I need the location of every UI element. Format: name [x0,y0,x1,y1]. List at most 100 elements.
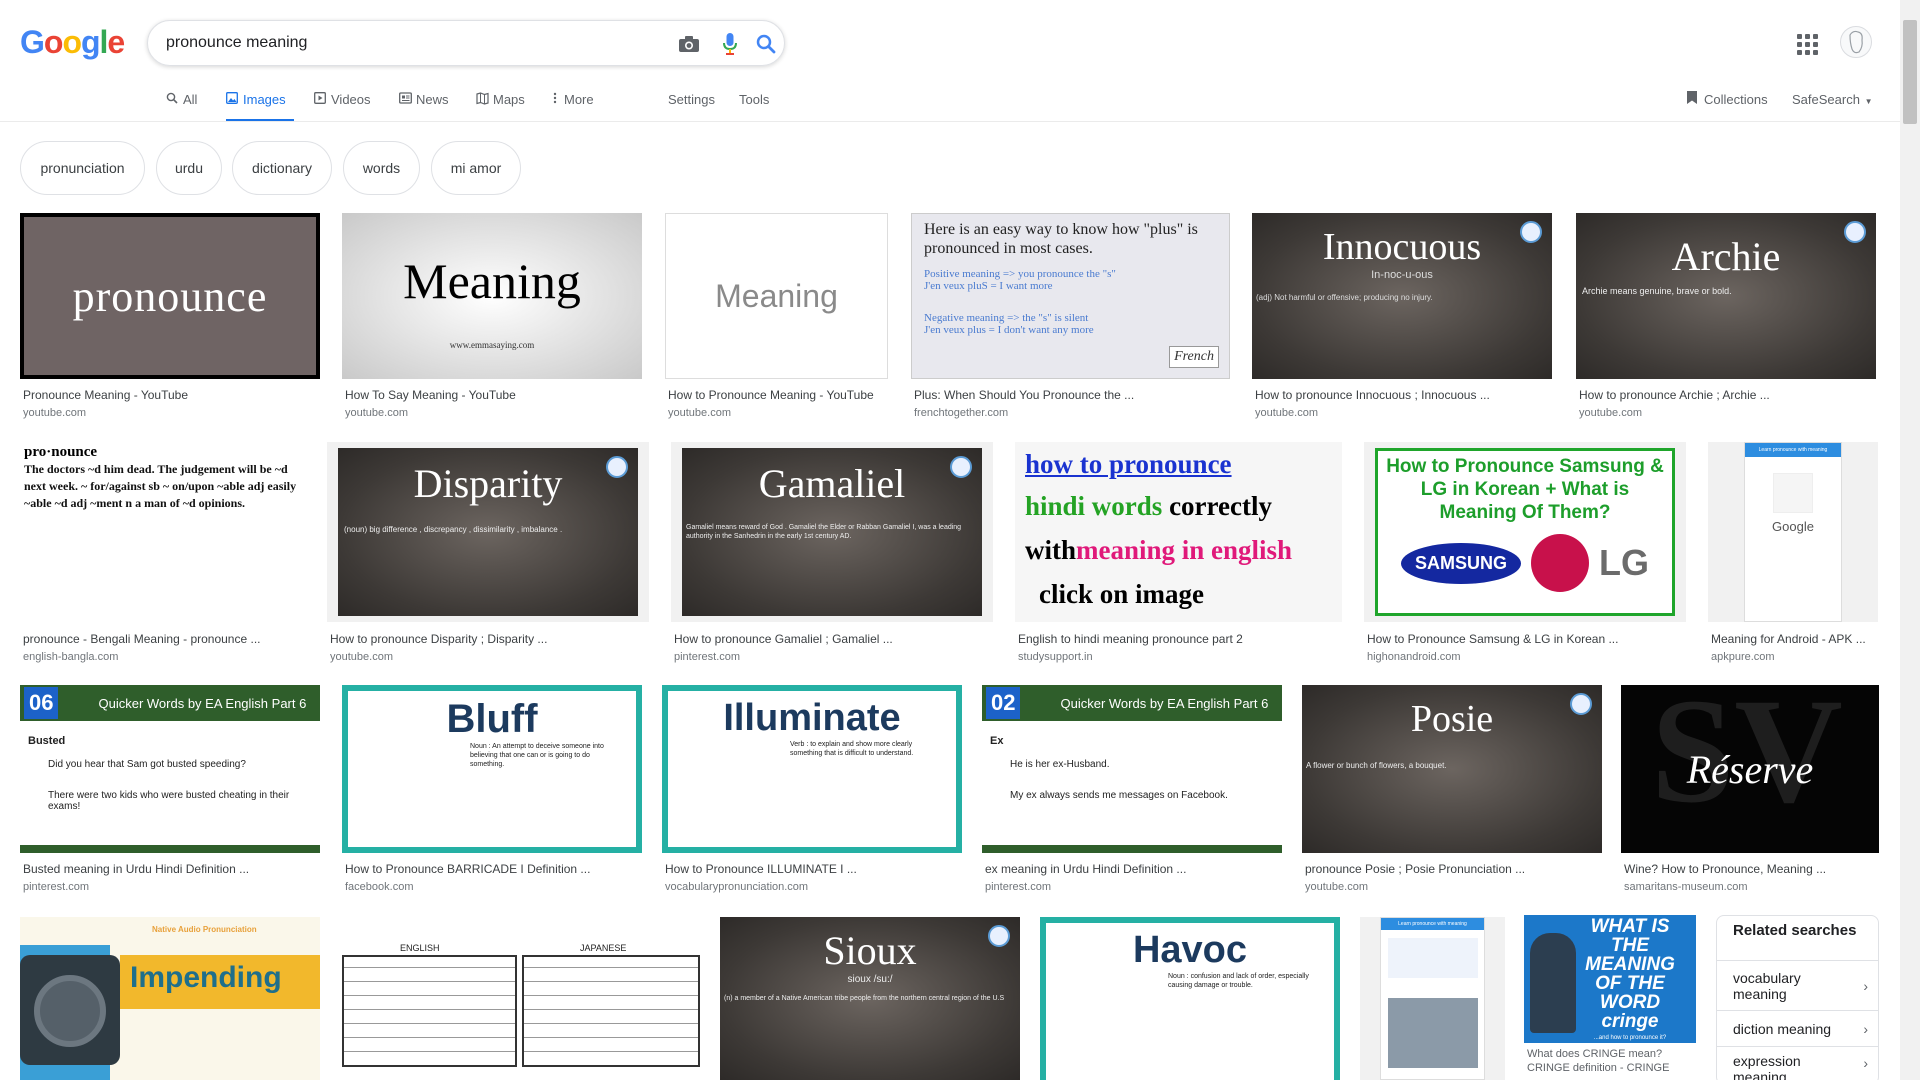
image-result[interactable]: Learn pronounce with meaning [1360,917,1505,1080]
result-site[interactable]: apkpure.com [1711,651,1775,663]
result-thumbnail[interactable]: Meaning [665,213,888,379]
result-thumbnail[interactable]: Archie Archie means genuine, brave or bo… [1576,213,1876,379]
tab-more[interactable]: More [553,88,594,122]
image-result[interactable]: Gamaliel Gamaliel means reward of God . … [671,442,993,667]
search-input[interactable] [166,32,636,54]
result-site[interactable]: facebook.com [345,881,413,893]
result-caption[interactable]: How to pronounce Innocuous ; Innocuous .… [1255,388,1551,402]
avatar[interactable] [1840,26,1872,58]
result-thumbnail[interactable]: Havoc Noun : confusion and lack of order… [1040,917,1340,1080]
image-result[interactable]: Innocuous In-noc-u-ous (adj) Not harmful… [1252,213,1552,423]
tab-all[interactable]: All [166,88,197,122]
image-result[interactable]: pronounce Pronounce Meaning - YouTube yo… [20,213,320,423]
tools-link[interactable]: Tools [739,92,769,107]
image-result[interactable]: 06 Quicker Words by EA English Part 6 Bu… [20,685,320,895]
tab-news[interactable]: News [399,88,449,122]
related-search-item[interactable]: expression meaning › [1717,1046,1878,1080]
settings-link[interactable]: Settings [668,92,715,107]
related-search-item[interactable]: diction meaning › [1717,1010,1878,1046]
image-result[interactable]: Here is an easy way to know how "plus" i… [911,213,1230,423]
result-thumbnail[interactable]: Sioux sioux /su:/ (n) a member of a Nati… [720,917,1020,1080]
result-thumbnail[interactable]: WHAT IS THE MEANING OF THE WORD cringe .… [1524,915,1696,1043]
result-thumbnail[interactable]: Illuminate Verb : to explain and show mo… [662,685,962,853]
result-thumbnail[interactable]: Gamaliel Gamaliel means reward of God . … [671,442,993,622]
result-caption[interactable]: How To Say Meaning - YouTube [345,388,641,402]
result-caption[interactable]: How to Pronounce BARRICADE I Definition … [345,862,641,876]
result-site[interactable]: pinterest.com [985,881,1051,893]
result-site[interactable]: youtube.com [668,407,731,419]
result-thumbnail[interactable]: pronounce [20,213,320,379]
result-thumbnail[interactable]: How to Pronounce Samsung & LG in Korean … [1364,442,1686,622]
chip-words[interactable]: words [343,141,420,195]
safesearch-dropdown[interactable]: SafeSearch ▼ [1792,92,1872,107]
result-site[interactable]: youtube.com [1579,407,1642,419]
image-result[interactable]: Disparity (noun) big difference , discre… [327,442,649,667]
image-result[interactable]: ENGLISH JAPANESE [340,917,702,1080]
result-thumbnail[interactable]: Learn pronounce with meaning [1360,917,1505,1080]
image-result[interactable]: Meaning www.emmasaying.com How To Say Me… [342,213,642,423]
result-thumbnail[interactable]: Here is an easy way to know how "plus" i… [911,213,1230,379]
result-site[interactable]: studysupport.in [1018,651,1093,663]
result-thumbnail[interactable]: Bluff Noun : An attempt to deceive someo… [342,685,642,853]
image-result[interactable]: Havoc Noun : confusion and lack of order… [1040,917,1340,1080]
result-thumbnail[interactable]: 02 Quicker Words by EA English Part 6 Ex… [982,685,1282,853]
result-caption[interactable]: Pronounce Meaning - YouTube [23,388,319,402]
search-box[interactable] [147,20,785,66]
result-caption[interactable]: English to hindi meaning pronounce part … [1018,632,1340,646]
collections-link[interactable]: Collections [1686,90,1768,108]
microphone-icon[interactable] [717,31,743,57]
result-caption[interactable]: pronounce - Bengali Meaning - pronounce … [23,632,303,646]
image-result[interactable]: SV Réserve Wine? How to Pronounce, Meani… [1621,685,1879,895]
result-caption[interactable]: How to pronounce Gamaliel ; Gamaliel ... [674,632,992,646]
google-logo[interactable]: Google [20,24,125,61]
result-caption[interactable]: How to pronounce Disparity ; Disparity .… [330,632,648,646]
result-caption[interactable]: ex meaning in Urdu Hindi Definition ... [985,862,1281,876]
result-caption[interactable]: Meaning for Android - APK ... [1711,632,1881,646]
chip-mi-amor[interactable]: mi amor [431,141,521,195]
result-caption[interactable]: Busted meaning in Urdu Hindi Definition … [23,862,319,876]
image-result[interactable]: WHAT IS THE MEANING OF THE WORD cringe .… [1524,915,1696,1080]
image-result[interactable]: 02 Quicker Words by EA English Part 6 Ex… [982,685,1282,895]
result-caption[interactable]: Wine? How to Pronounce, Meaning ... [1624,862,1878,876]
image-result[interactable]: Posie A flower or bunch of flowers, a bo… [1302,685,1602,895]
result-site[interactable]: samaritans-museum.com [1624,881,1747,893]
result-site[interactable]: pinterest.com [674,651,740,663]
result-caption[interactable]: How to pronounce Archie ; Archie ... [1579,388,1875,402]
result-thumbnail[interactable]: Innocuous In-noc-u-ous (adj) Not harmful… [1252,213,1552,379]
chip-dictionary[interactable]: dictionary [232,141,332,195]
result-thumbnail[interactable]: Meaning www.emmasaying.com [342,213,642,379]
result-site[interactable]: youtube.com [330,651,393,663]
chip-urdu[interactable]: urdu [156,141,222,195]
result-site[interactable]: vocabularypronunciation.com [665,881,808,893]
search-icon[interactable] [753,31,779,57]
scrollbar-thumb[interactable] [1903,20,1917,124]
image-result[interactable]: Sioux sioux /su:/ (n) a member of a Nati… [720,917,1020,1080]
result-site[interactable]: youtube.com [23,407,86,419]
result-site[interactable]: frenchtogether.com [914,407,1008,419]
camera-icon[interactable] [676,31,702,57]
result-site[interactable]: highonandroid.com [1367,651,1461,663]
result-thumbnail[interactable]: Learn pronounce with meaning Google [1708,442,1878,622]
result-thumbnail[interactable]: ENGLISH JAPANESE [340,917,702,1080]
result-thumbnail[interactable]: 06 Quicker Words by EA English Part 6 Bu… [20,685,320,853]
image-result[interactable]: Archie Archie means genuine, brave or bo… [1576,213,1876,423]
result-caption[interactable]: What does CRINGE mean? CRINGE definition… [1527,1047,1695,1075]
result-thumbnail[interactable]: pro·nounce The doctors ~d him dead. The … [20,442,305,622]
page-scrollbar[interactable] [1900,0,1920,1080]
image-result[interactable]: Learn pronounce with meaning Google Mean… [1708,442,1878,667]
result-thumbnail[interactable]: Native Audio Pronunciation Impending [20,917,320,1080]
result-thumbnail[interactable]: how to pronounce hindi words correctly w… [1015,442,1342,622]
result-caption[interactable]: How to Pronounce Samsung & LG in Korean … [1367,632,1685,646]
result-caption[interactable]: How to Pronounce ILLUMINATE I ... [665,862,961,876]
chip-pronunciation[interactable]: pronunciation [20,141,145,195]
image-result[interactable]: Native Audio Pronunciation Impending [20,917,320,1080]
result-caption[interactable]: How to Pronounce Meaning - YouTube [668,388,888,402]
image-result[interactable]: Bluff Noun : An attempt to deceive someo… [342,685,642,895]
result-caption[interactable]: Plus: When Should You Pronounce the ... [914,388,1230,402]
image-result[interactable]: Illuminate Verb : to explain and show mo… [662,685,962,895]
result-site[interactable]: pinterest.com [23,881,89,893]
result-site[interactable]: english-bangla.com [23,651,118,663]
image-result[interactable]: pro·nounce The doctors ~d him dead. The … [20,442,305,667]
result-thumbnail[interactable]: Disparity (noun) big difference , discre… [327,442,649,622]
result-thumbnail[interactable]: SV Réserve [1621,685,1879,853]
